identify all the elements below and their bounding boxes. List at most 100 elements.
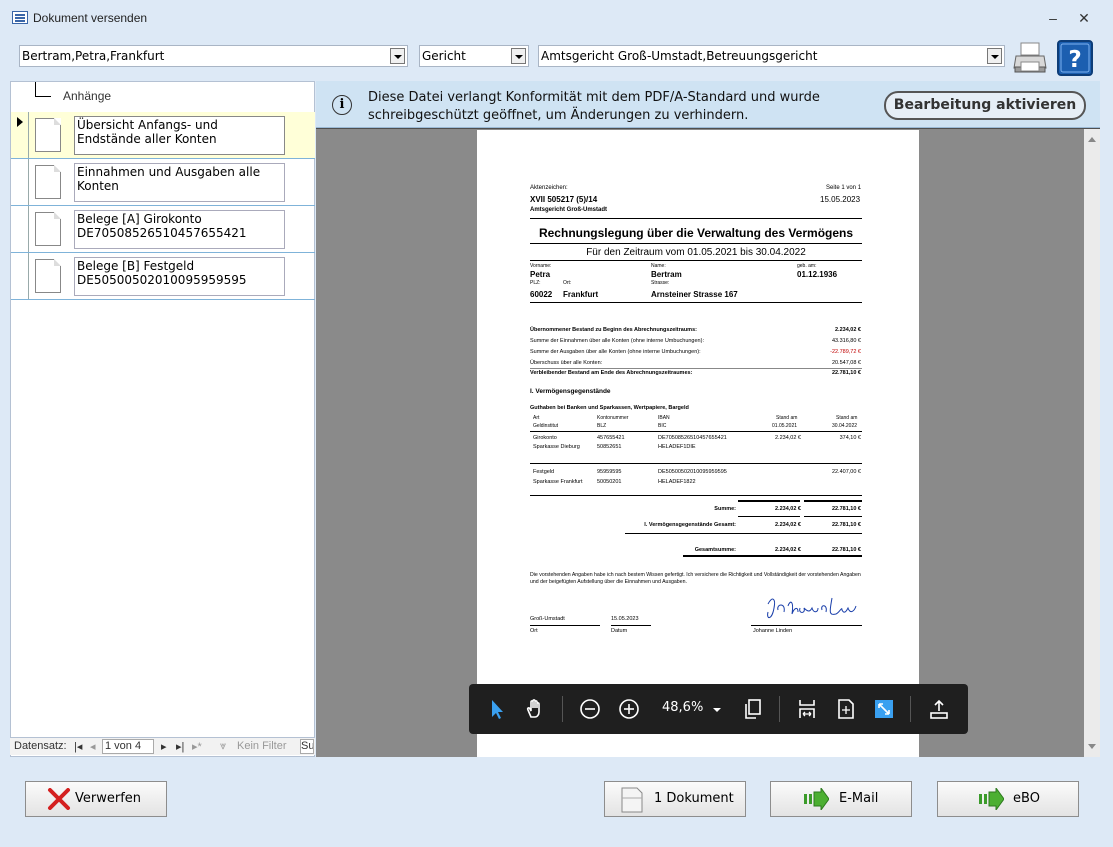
divider xyxy=(625,533,862,534)
pdfa-info-bar: i Diese Datei verlangt Konformität mit d… xyxy=(316,81,1100,128)
separator xyxy=(910,696,911,722)
total-start: 2.234,02 € xyxy=(775,506,801,512)
account-blz: 50050201 xyxy=(597,479,622,485)
first-record-icon[interactable]: |◂ xyxy=(74,740,82,753)
account-type: Girokonto xyxy=(533,435,557,441)
col-blz: BLZ xyxy=(597,423,607,429)
email-button[interactable]: E-Mail xyxy=(770,781,912,817)
window-title: Dokument versenden xyxy=(33,11,148,25)
account-institute: Sparkasse Frankfurt xyxy=(533,479,583,485)
summary-value: 2.234,02 € xyxy=(835,327,861,333)
last-record-icon[interactable]: ▸| xyxy=(176,740,184,753)
zip-label: PLZ: xyxy=(530,280,541,286)
city-label: Ort: xyxy=(563,280,572,286)
current-record-icon xyxy=(17,117,23,127)
page-view-icon[interactable] xyxy=(741,697,765,721)
select-tool-icon[interactable] xyxy=(485,697,509,721)
summary-label: Überschuss über alle Konten: xyxy=(530,360,603,366)
attachment-row[interactable]: Einnahmen und Ausgaben alle Konten xyxy=(11,159,315,206)
attachment-label[interactable]: Belege [B] Festgeld DE505005020100959595… xyxy=(74,257,285,296)
record-selector[interactable] xyxy=(11,112,29,158)
summary-value: 20.547,08 € xyxy=(831,360,861,366)
help-icon[interactable]: ? xyxy=(1057,40,1093,76)
summary-value: 43.316,80 € xyxy=(831,338,861,344)
tree-root: Anhänge xyxy=(35,82,315,112)
account-bic: HELADEF1822 xyxy=(658,479,696,485)
fit-page-icon[interactable] xyxy=(834,697,858,721)
record-search-input[interactable]: Su xyxy=(300,739,314,754)
page-indicator: Seite 1 von 1 xyxy=(826,185,862,191)
hand-tool-icon[interactable] xyxy=(523,697,547,721)
info-icon: i xyxy=(332,95,352,115)
person-select-value: Bertram,Petra,Frankfurt xyxy=(22,49,165,63)
red-x-icon xyxy=(48,788,70,810)
enable-editing-button[interactable]: Bearbeitung aktivieren xyxy=(884,91,1086,120)
account-iban: DE70508526510457655421 xyxy=(658,435,727,441)
filter-toggle[interactable]: Kein Filter xyxy=(237,740,287,752)
zoom-in-icon[interactable] xyxy=(617,697,641,721)
attachment-label[interactable]: Belege [A] Girokonto DE70508526510457655… xyxy=(74,210,285,249)
zoom-level[interactable]: 48,6% xyxy=(662,700,703,715)
col-balance-end: Stand am xyxy=(836,415,858,421)
zoom-dropdown-icon[interactable] xyxy=(705,697,729,721)
attachment-row[interactable]: Belege [A] Girokonto DE70508526510457655… xyxy=(11,206,315,253)
export-icon[interactable] xyxy=(927,697,951,721)
divider xyxy=(530,243,862,244)
record-selector[interactable] xyxy=(11,206,29,252)
next-record-icon[interactable]: ▸ xyxy=(161,740,167,753)
recipient-type-select[interactable]: Gericht xyxy=(419,45,529,67)
previous-record-icon[interactable]: ◂ xyxy=(90,740,96,753)
printer-icon[interactable] xyxy=(1012,40,1048,76)
tree-connector xyxy=(35,82,51,97)
total-start: 2.234,02 € xyxy=(775,522,801,528)
attachment-label[interactable]: Einnahmen und Ausgaben alle Konten xyxy=(74,163,285,202)
scroll-down-icon[interactable] xyxy=(1088,744,1096,749)
place-label: Ort xyxy=(530,628,538,634)
ebo-label: eBO xyxy=(1013,791,1040,806)
account-balance-end: 374,10 € xyxy=(839,435,861,441)
divider xyxy=(530,463,862,464)
record-position-input[interactable]: 1 von 4 xyxy=(102,739,154,754)
ebo-button[interactable]: eBO xyxy=(937,781,1079,817)
first-name-label: Vorname: xyxy=(530,263,552,269)
chevron-down-icon[interactable] xyxy=(987,48,1002,64)
birth-date: 01.12.1936 xyxy=(797,270,838,279)
discard-button[interactable]: Verwerfen xyxy=(25,781,167,817)
document-date: 15.05.2023 xyxy=(820,195,861,204)
divider xyxy=(738,500,800,502)
vertical-scrollbar[interactable] xyxy=(1084,129,1100,757)
recipient-select[interactable]: Amtsgericht Groß-Umstadt,Betreuungsgeric… xyxy=(538,45,1005,67)
fit-width-icon[interactable] xyxy=(795,697,819,721)
person-select[interactable]: Bertram,Petra,Frankfurt xyxy=(19,45,408,67)
total-label: Gesamtsumme: xyxy=(694,547,736,553)
street: Arnsteiner Strasse 167 xyxy=(651,290,738,299)
app-form-icon xyxy=(12,11,28,24)
document-icon xyxy=(621,787,643,813)
svg-text:?: ? xyxy=(1068,47,1081,73)
case-number-label: Aktenzeichen: xyxy=(530,185,568,191)
attachment-row[interactable]: Belege [B] Festgeld DE505005020100959595… xyxy=(11,253,315,300)
attachment-row[interactable]: Übersicht Anfangs- und Endstände aller K… xyxy=(11,112,315,159)
attachment-label[interactable]: Übersicht Anfangs- und Endstände aller K… xyxy=(74,116,285,155)
zoom-out-icon[interactable] xyxy=(578,697,602,721)
close-button[interactable]: ✕ xyxy=(1072,8,1096,28)
record-selector[interactable] xyxy=(11,159,29,205)
documents-button[interactable]: 1 Dokument xyxy=(604,781,746,817)
col-institute: Geldinstitut xyxy=(533,423,559,429)
divider xyxy=(530,625,600,626)
section-heading: I. Vermögensgegenstände xyxy=(530,388,611,395)
summary-label: Summe der Einnahmen über alle Konten (oh… xyxy=(530,338,704,344)
new-record-icon[interactable]: ▸* xyxy=(192,740,202,753)
chevron-down-icon[interactable] xyxy=(390,48,405,64)
record-selector[interactable] xyxy=(11,253,29,299)
total-start: 2.234,02 € xyxy=(775,547,801,553)
minimize-button[interactable]: – xyxy=(1041,8,1065,28)
account-institute: Sparkasse Dieburg xyxy=(533,444,580,450)
recipient-type-value: Gericht xyxy=(422,49,466,63)
divider xyxy=(530,495,862,496)
total-label: I. Vermögensgegenstände Gesamt: xyxy=(644,522,736,528)
scroll-up-icon[interactable] xyxy=(1088,137,1096,142)
chevron-down-icon[interactable] xyxy=(511,48,526,64)
full-screen-icon[interactable] xyxy=(872,697,896,721)
separator xyxy=(779,696,780,722)
